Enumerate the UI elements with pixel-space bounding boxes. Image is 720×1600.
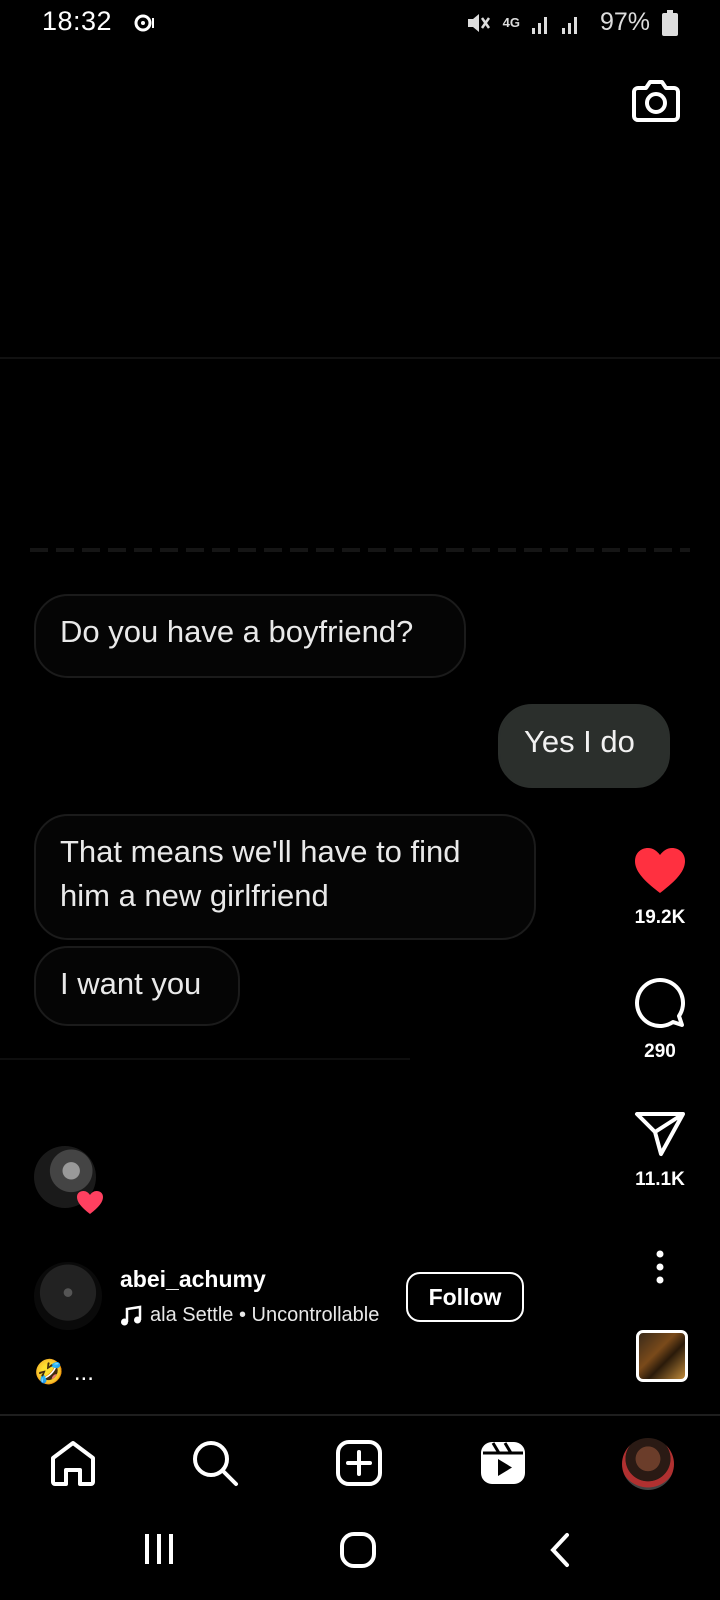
video-dotted-line <box>30 548 690 552</box>
author-username[interactable]: abei_achumy <box>120 1266 266 1293</box>
author-avatar[interactable] <box>34 1262 102 1330</box>
like-button[interactable]: 19.2K <box>620 846 700 929</box>
heart-icon <box>635 848 685 893</box>
send-icon <box>635 1112 685 1156</box>
more-options-button[interactable] <box>620 1250 700 1289</box>
more-vertical-icon <box>656 1250 664 1284</box>
video-divider <box>0 357 720 359</box>
heart-badge-icon <box>77 1191 103 1214</box>
home-icon[interactable] <box>48 1438 98 1488</box>
signal-icon <box>531 16 577 34</box>
comment-button[interactable]: 290 <box>620 976 700 1063</box>
music-note-icon <box>121 1305 142 1325</box>
comment-count: 290 <box>644 1041 676 1062</box>
follow-button[interactable]: Follow <box>406 1272 524 1322</box>
system-home-icon[interactable] <box>340 1532 376 1568</box>
network-type: 4G <box>502 15 520 30</box>
message-bubble: I want you <box>34 946 240 1026</box>
status-indicators: 4G 97% <box>465 8 678 37</box>
audio-title: ala Settle • Uncontrollable <box>150 1304 380 1326</box>
share-button[interactable]: 11.1K <box>620 1108 700 1191</box>
search-icon[interactable] <box>190 1438 240 1488</box>
like-count: 19.2K <box>634 907 686 928</box>
back-icon[interactable] <box>548 1532 572 1568</box>
reels-icon[interactable] <box>478 1438 528 1488</box>
create-icon[interactable] <box>334 1438 384 1488</box>
status-time: 18:32 <box>42 6 113 36</box>
audio-thumbnail[interactable] <box>636 1330 688 1382</box>
nav-divider <box>0 1414 720 1416</box>
post-caption[interactable]: 🤣 ... <box>34 1358 94 1387</box>
camera-icon[interactable] <box>630 74 682 126</box>
video-divider <box>0 1058 410 1060</box>
message-bubble-outgoing: Yes I do <box>498 704 670 788</box>
mute-icon <box>467 13 490 32</box>
share-count: 11.1K <box>635 1169 685 1190</box>
message-bubble: Do you have a boyfriend? <box>34 594 466 678</box>
battery-percent: 97% <box>599 8 650 36</box>
caption-text: ... <box>73 1358 94 1386</box>
audio-info[interactable]: ala Settle • Uncontrollable <box>120 1304 379 1327</box>
laughing-emoji-icon: 🤣 <box>34 1359 64 1386</box>
battery-icon <box>662 9 678 36</box>
recent-apps-icon[interactable] <box>144 1532 174 1566</box>
profile-avatar[interactable] <box>622 1438 674 1490</box>
notification-icon <box>134 14 154 32</box>
message-bubble: That means we'll have to find him a new … <box>34 814 536 940</box>
comment-icon <box>635 978 685 1028</box>
